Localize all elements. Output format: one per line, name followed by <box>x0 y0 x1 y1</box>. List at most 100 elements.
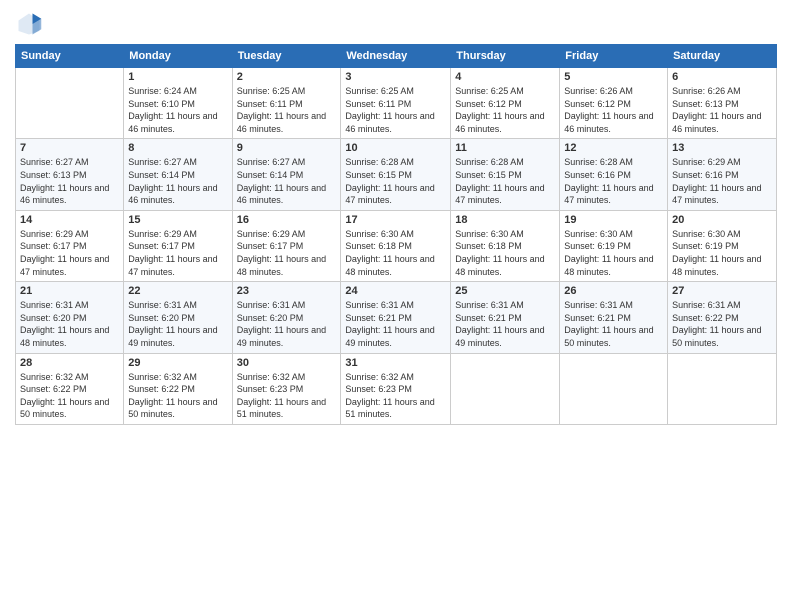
header <box>15 10 777 38</box>
calendar-cell: 22 Sunrise: 6:31 AMSunset: 6:20 PMDayligh… <box>124 282 232 353</box>
day-detail: Sunrise: 6:31 AMSunset: 6:20 PMDaylight:… <box>20 299 119 349</box>
calendar-cell: 8 Sunrise: 6:27 AMSunset: 6:14 PMDaylight… <box>124 139 232 210</box>
calendar-cell: 4Sunrise: 6:25 AMSunset: 6:12 PMDaylight… <box>451 68 560 139</box>
calendar-cell: 12 Sunrise: 6:28 AMSunset: 6:16 PMDayligh… <box>560 139 668 210</box>
day-number: 12 <box>564 142 663 154</box>
logo <box>15 10 47 38</box>
day-detail: Sunrise: 6:32 AMSunset: 6:23 PMDaylight:… <box>345 371 446 421</box>
day-number: 7 <box>20 142 119 154</box>
calendar-cell: 13Sunrise: 6:29 AMSunset: 6:16 PMDayligh… <box>668 139 777 210</box>
calendar-cell: 11 Sunrise: 6:28 AMSunset: 6:15 PMDayligh… <box>451 139 560 210</box>
day-number: 24 <box>345 285 446 297</box>
calendar-cell: 1 Sunrise: 6:24 AMSunset: 6:10 PMDaylight… <box>124 68 232 139</box>
day-number: 20 <box>672 214 772 226</box>
day-detail: Sunrise: 6:31 AMSunset: 6:20 PMDaylight:… <box>237 299 337 349</box>
calendar-cell: 9 Sunrise: 6:27 AMSunset: 6:14 PMDaylight… <box>232 139 341 210</box>
weekday-saturday: Saturday <box>668 45 777 68</box>
week-row-1: 7 Sunrise: 6:27 AMSunset: 6:13 PMDaylight… <box>16 139 777 210</box>
calendar-cell <box>668 353 777 424</box>
day-detail: Sunrise: 6:27 AMSunset: 6:14 PMDaylight:… <box>237 156 337 206</box>
calendar-cell: 28 Sunrise: 6:32 AMSunset: 6:22 PMDayligh… <box>16 353 124 424</box>
day-detail: Sunrise: 6:29 AMSunset: 6:17 PMDaylight:… <box>20 228 119 278</box>
day-detail: Sunrise: 6:26 AMSunset: 6:12 PMDaylight:… <box>564 85 663 135</box>
calendar-cell: 27 Sunrise: 6:31 AMSunset: 6:22 PMDayligh… <box>668 282 777 353</box>
calendar-table: SundayMondayTuesdayWednesdayThursdayFrid… <box>15 44 777 425</box>
day-number: 28 <box>20 357 119 369</box>
day-detail: Sunrise: 6:31 AMSunset: 6:21 PMDaylight:… <box>345 299 446 349</box>
week-row-4: 28 Sunrise: 6:32 AMSunset: 6:22 PMDayligh… <box>16 353 777 424</box>
day-number: 5 <box>564 71 663 83</box>
day-detail: Sunrise: 6:30 AMSunset: 6:19 PMDaylight:… <box>672 228 772 278</box>
day-number: 1 <box>128 71 227 83</box>
day-number: 22 <box>128 285 227 297</box>
day-number: 14 <box>20 214 119 226</box>
day-number: 8 <box>128 142 227 154</box>
day-number: 6 <box>672 71 772 83</box>
day-detail: Sunrise: 6:30 AMSunset: 6:18 PMDaylight:… <box>455 228 555 278</box>
day-detail: Sunrise: 6:25 AMSunset: 6:11 PMDaylight:… <box>237 85 337 135</box>
day-detail: Sunrise: 6:27 AMSunset: 6:14 PMDaylight:… <box>128 156 227 206</box>
weekday-thursday: Thursday <box>451 45 560 68</box>
day-number: 26 <box>564 285 663 297</box>
calendar-cell <box>560 353 668 424</box>
day-number: 19 <box>564 214 663 226</box>
day-number: 9 <box>237 142 337 154</box>
week-row-0: 1 Sunrise: 6:24 AMSunset: 6:10 PMDaylight… <box>16 68 777 139</box>
weekday-sunday: Sunday <box>16 45 124 68</box>
day-number: 11 <box>455 142 555 154</box>
day-number: 30 <box>237 357 337 369</box>
day-detail: Sunrise: 6:32 AMSunset: 6:22 PMDaylight:… <box>20 371 119 421</box>
day-detail: Sunrise: 6:27 AMSunset: 6:13 PMDaylight:… <box>20 156 119 206</box>
day-detail: Sunrise: 6:31 AMSunset: 6:20 PMDaylight:… <box>128 299 227 349</box>
day-detail: Sunrise: 6:29 AMSunset: 6:17 PMDaylight:… <box>128 228 227 278</box>
calendar-cell: 3 Sunrise: 6:25 AMSunset: 6:11 PMDaylight… <box>341 68 451 139</box>
weekday-header-row: SundayMondayTuesdayWednesdayThursdayFrid… <box>16 45 777 68</box>
calendar-cell: 17Sunrise: 6:30 AMSunset: 6:18 PMDayligh… <box>341 210 451 281</box>
calendar-cell: 29 Sunrise: 6:32 AMSunset: 6:22 PMDayligh… <box>124 353 232 424</box>
calendar-cell: 19 Sunrise: 6:30 AMSunset: 6:19 PMDayligh… <box>560 210 668 281</box>
day-detail: Sunrise: 6:28 AMSunset: 6:15 PMDaylight:… <box>345 156 446 206</box>
calendar-cell: 21Sunrise: 6:31 AMSunset: 6:20 PMDayligh… <box>16 282 124 353</box>
weekday-tuesday: Tuesday <box>232 45 341 68</box>
calendar-cell: 5 Sunrise: 6:26 AMSunset: 6:12 PMDaylight… <box>560 68 668 139</box>
calendar-cell <box>451 353 560 424</box>
calendar-cell: 26 Sunrise: 6:31 AMSunset: 6:21 PMDayligh… <box>560 282 668 353</box>
day-detail: Sunrise: 6:26 AMSunset: 6:13 PMDaylight:… <box>672 85 772 135</box>
day-detail: Sunrise: 6:32 AMSunset: 6:23 PMDaylight:… <box>237 371 337 421</box>
logo-icon <box>15 10 43 38</box>
calendar-cell: 30 Sunrise: 6:32 AMSunset: 6:23 PMDayligh… <box>232 353 341 424</box>
calendar-cell: 10Sunrise: 6:28 AMSunset: 6:15 PMDayligh… <box>341 139 451 210</box>
calendar-cell <box>16 68 124 139</box>
day-number: 17 <box>345 214 446 226</box>
day-detail: Sunrise: 6:31 AMSunset: 6:21 PMDaylight:… <box>564 299 663 349</box>
day-number: 15 <box>128 214 227 226</box>
day-detail: Sunrise: 6:29 AMSunset: 6:17 PMDaylight:… <box>237 228 337 278</box>
day-number: 31 <box>345 357 446 369</box>
day-number: 18 <box>455 214 555 226</box>
calendar-cell: 7 Sunrise: 6:27 AMSunset: 6:13 PMDaylight… <box>16 139 124 210</box>
day-number: 4 <box>455 71 555 83</box>
day-detail: Sunrise: 6:31 AMSunset: 6:22 PMDaylight:… <box>672 299 772 349</box>
calendar-cell: 2 Sunrise: 6:25 AMSunset: 6:11 PMDaylight… <box>232 68 341 139</box>
day-number: 23 <box>237 285 337 297</box>
day-detail: Sunrise: 6:25 AMSunset: 6:11 PMDaylight:… <box>345 85 446 135</box>
day-detail: Sunrise: 6:32 AMSunset: 6:22 PMDaylight:… <box>128 371 227 421</box>
day-number: 29 <box>128 357 227 369</box>
day-detail: Sunrise: 6:28 AMSunset: 6:16 PMDaylight:… <box>564 156 663 206</box>
day-number: 27 <box>672 285 772 297</box>
calendar-page: SundayMondayTuesdayWednesdayThursdayFrid… <box>0 0 792 612</box>
calendar-cell: 14 Sunrise: 6:29 AMSunset: 6:17 PMDayligh… <box>16 210 124 281</box>
day-detail: Sunrise: 6:28 AMSunset: 6:15 PMDaylight:… <box>455 156 555 206</box>
day-number: 13 <box>672 142 772 154</box>
day-number: 25 <box>455 285 555 297</box>
week-row-3: 21Sunrise: 6:31 AMSunset: 6:20 PMDayligh… <box>16 282 777 353</box>
calendar-cell: 6 Sunrise: 6:26 AMSunset: 6:13 PMDaylight… <box>668 68 777 139</box>
day-detail: Sunrise: 6:30 AMSunset: 6:19 PMDaylight:… <box>564 228 663 278</box>
day-number: 3 <box>345 71 446 83</box>
day-number: 2 <box>237 71 337 83</box>
weekday-wednesday: Wednesday <box>341 45 451 68</box>
day-number: 16 <box>237 214 337 226</box>
day-detail: Sunrise: 6:31 AMSunset: 6:21 PMDaylight:… <box>455 299 555 349</box>
day-detail: Sunrise: 6:24 AMSunset: 6:10 PMDaylight:… <box>128 85 227 135</box>
calendar-cell: 31 Sunrise: 6:32 AMSunset: 6:23 PMDayligh… <box>341 353 451 424</box>
